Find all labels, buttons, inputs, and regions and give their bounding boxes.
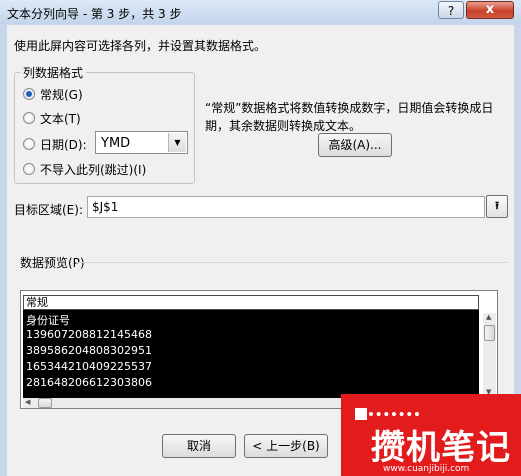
- collapse-dialog-icon[interactable]: ⭱: [486, 195, 508, 218]
- preview-box[interactable]: 常规 身份证号 139607208812145468 3895862048083…: [20, 290, 498, 409]
- preview-divider: [76, 262, 508, 263]
- advanced-button[interactable]: 高级(A)...: [318, 133, 392, 157]
- scroll-left-icon[interactable]: ◀: [25, 398, 30, 407]
- radio-date[interactable]: [23, 138, 35, 150]
- format-group-title: 列数据格式: [20, 64, 87, 81]
- close-button[interactable]: x: [466, 1, 514, 19]
- watermark-logo-icon: [355, 408, 367, 420]
- watermark-text: 攒机笔记: [371, 428, 511, 468]
- help-button[interactable]: ?: [438, 1, 464, 19]
- window-title: 文本分列向导 - 第 3 步，共 3 步: [7, 7, 182, 21]
- horizontal-scroll-thumb[interactable]: [38, 398, 52, 408]
- radio-date-label[interactable]: 日期(D):: [40, 136, 87, 153]
- watermark: 攒机笔记 www.cuanjibiji.com: [341, 394, 521, 476]
- radio-general-label[interactable]: 常规(G): [40, 86, 83, 103]
- radio-text-label[interactable]: 文本(T): [40, 110, 81, 127]
- watermark-url: www.cuanjibiji.com: [383, 464, 470, 474]
- chevron-down-icon[interactable]: ▼: [168, 133, 186, 152]
- preview-row: 139607208812145468: [26, 328, 152, 341]
- scroll-up-icon[interactable]: ▲: [486, 313, 491, 322]
- watermark-dots: [369, 412, 419, 420]
- preview-row: 165344210409225537: [26, 360, 152, 373]
- date-format-value: YMD: [101, 136, 131, 151]
- preview-row: 389586204808302951: [26, 344, 152, 357]
- back-button[interactable]: < 上一步(B): [244, 434, 328, 458]
- radio-skip[interactable]: [23, 163, 35, 175]
- preview-row: 身份证号: [26, 314, 70, 327]
- preview-column-header[interactable]: 常规: [23, 295, 479, 310]
- preview-column-body[interactable]: 身份证号 139607208812145468 3895862048083029…: [23, 310, 479, 398]
- radio-skip-label[interactable]: 不导入此列(跳过)(I): [40, 161, 146, 178]
- vertical-scroll-thumb[interactable]: [484, 325, 495, 341]
- target-input[interactable]: $J$1: [87, 196, 485, 218]
- vertical-scrollbar[interactable]: ▲ ▼: [483, 313, 496, 397]
- format-description: “常规”数据格式将数值转换成数字，日期值会转换成日期，其余数据则转换成文本。: [205, 101, 494, 133]
- radio-general[interactable]: [23, 88, 35, 100]
- radio-text[interactable]: [23, 112, 35, 124]
- instruction-text: 使用此屏内容可选择各列，并设置其数据格式。: [14, 39, 267, 53]
- cancel-button[interactable]: 取消: [162, 434, 236, 458]
- date-format-select[interactable]: YMD ▼: [95, 131, 188, 154]
- target-value: $J$1: [92, 200, 119, 214]
- preview-row: 281648206612303806: [26, 376, 152, 389]
- preview-title: 数据预览(P): [20, 256, 85, 270]
- target-label: 目标区域(E):: [14, 203, 83, 217]
